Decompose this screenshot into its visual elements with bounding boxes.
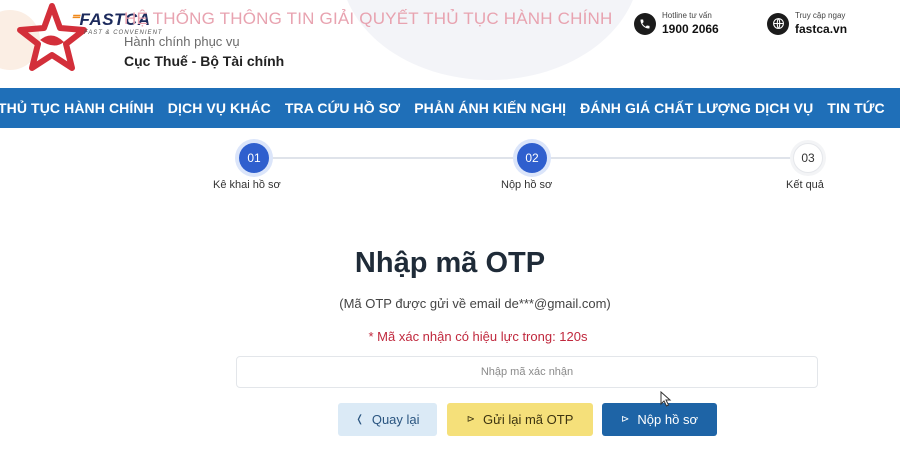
submit-application-button-label: Nộp hồ sơ — [637, 412, 698, 427]
website-label: Truy cập ngay — [795, 11, 846, 20]
system-title: HỆ THỐNG THÔNG TIN GIẢI QUYẾT THỦ TỤC HÀ… — [124, 9, 613, 28]
step-2-circle: 02 — [517, 143, 547, 173]
otp-validity-note: * Mã xác nhận có hiệu lực trong: 120s — [368, 329, 588, 344]
mouse-pointer-icon — [660, 391, 672, 407]
org-subtitle: Hành chính phục vụ — [124, 34, 240, 49]
nav-item-phan-anh-kien-nghi[interactable]: PHẢN ÁNH KIẾN NGHỊ — [407, 100, 573, 116]
nav-item-thu-tuc-hanh-chinh[interactable]: THỦ TỤC HÀNH CHÍNH — [0, 100, 161, 116]
step-3-circle: 03 — [793, 143, 823, 173]
resend-otp-button-label: Gửi lại mã OTP — [483, 412, 574, 427]
website-link[interactable]: fastca.vn — [795, 22, 847, 36]
globe-icon — [767, 12, 789, 35]
hotline-number[interactable]: 1900 2066 — [662, 22, 719, 36]
resend-otp-button[interactable]: ⊳ Gửi lại mã OTP — [447, 403, 593, 436]
otp-email-note: (Mã OTP được gửi về email de***@gmail.co… — [339, 296, 611, 311]
back-button-label: Quay lại — [371, 412, 420, 427]
hotline-contact[interactable]: Hotline tư vấn 1900 2066 — [634, 11, 719, 36]
hotline-label: Hotline tư vấn — [662, 11, 712, 20]
step-connector — [547, 157, 793, 159]
nav-item-danh-gia-chat-luong[interactable]: ĐÁNH GIÁ CHẤT LƯỢNG DỊCH VỤ — [573, 100, 820, 116]
send-icon: ⊳ — [466, 414, 476, 425]
phone-icon — [634, 12, 656, 35]
nav-item-tra-cuu-ho-so[interactable]: TRA CỨU HỒ SƠ — [278, 100, 407, 116]
nav-item-tin-tuc[interactable]: TIN TỨC — [820, 100, 891, 116]
main-nav: THỦ TỤC HÀNH CHÍNH DỊCH VỤ KHÁC TRA CỨU … — [0, 88, 900, 128]
otp-title: Nhập mã OTP — [354, 247, 546, 279]
website-contact[interactable]: Truy cập ngay fastca.vn — [767, 11, 847, 36]
step-2-label: Nộp hồ sơ — [501, 179, 553, 191]
send-icon: ⊳ — [621, 414, 630, 425]
step-3-label: Kết quả — [786, 179, 824, 191]
nav-item-dich-vu-khac[interactable]: DỊCH VỤ KHÁC — [161, 100, 278, 116]
step-connector — [268, 157, 516, 159]
chevron-left-icon: ❬ — [355, 414, 364, 425]
submit-application-button[interactable]: ⊳ Nộp hồ sơ — [602, 403, 717, 436]
site-header: ⁼FASTCA FAST & CONVENIENT HỆ THỐNG THÔNG… — [0, 0, 900, 88]
step-1-label: Kê khai hồ sơ — [213, 179, 281, 191]
step-1-circle: 01 — [239, 143, 269, 173]
otp-input[interactable] — [236, 356, 818, 388]
back-button[interactable]: ❬ Quay lại — [338, 403, 437, 436]
org-name: Cục Thuế - Bộ Tài chính — [124, 53, 285, 69]
